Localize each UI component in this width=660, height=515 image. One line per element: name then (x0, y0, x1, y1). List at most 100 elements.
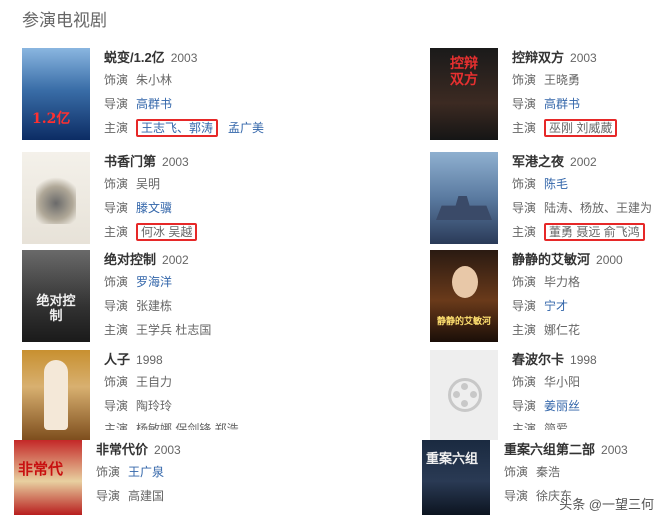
drama-title[interactable]: 军港之夜 (512, 154, 564, 169)
poster-title: 静静的艾敏河 (436, 317, 491, 327)
role-value: 毕力格 (544, 275, 581, 289)
drama-title[interactable]: 静静的艾敏河 (512, 252, 590, 267)
director-label: 导演 (104, 201, 129, 215)
drama-year: 2003 (154, 443, 181, 457)
drama-poster[interactable]: 非常代 (14, 440, 82, 515)
ink-painting (36, 172, 76, 224)
director-label: 导演 (104, 399, 129, 413)
director-label: 导演 (512, 201, 537, 215)
drama-card[interactable]: 非常代 非常代价 2003 饰演 王广泉 导演 高建国 (14, 440, 314, 515)
role-label: 饰演 (512, 375, 537, 389)
drama-poster[interactable]: 1.2亿 (22, 48, 90, 140)
director-value: 陶玲玲 (136, 399, 173, 413)
figure-silhouette (44, 360, 68, 430)
starring-highlight[interactable]: 巫刚 刘威葳 (544, 119, 618, 137)
drama-card[interactable]: 春波尔卡 1998 饰演 华小阳 导演 姜丽丝 主演 简爱 (430, 350, 660, 448)
portrait-face (452, 266, 478, 298)
director-link[interactable]: 姜丽丝 (544, 399, 580, 413)
role-value: 王自力 (136, 375, 173, 389)
starring-highlight[interactable]: 何冰 吴越 (136, 223, 198, 241)
drama-year: 2003 (601, 443, 628, 457)
drama-year: 2003 (162, 155, 189, 169)
poster-title: 非常代 (18, 460, 64, 478)
role-label: 饰演 (96, 465, 121, 479)
watermark: 头条 @一望三何 (559, 497, 654, 512)
drama-poster[interactable]: 控辩双方 (430, 48, 498, 140)
ship-silhouette (436, 196, 492, 220)
starring-value: 杨敏娜 保剑锋 郑浩 (136, 422, 239, 430)
drama-title[interactable]: 蜕变/1.2亿 (104, 50, 165, 65)
starring-highlight[interactable]: 王志飞、郭涛 (136, 119, 219, 137)
starring-label: 主演 (512, 422, 537, 430)
starring-value: 王学兵 杜志国 (136, 323, 212, 337)
drama-title[interactable]: 非常代价 (96, 442, 148, 457)
drama-card[interactable]: 控辩双方 控辩双方 2003 饰演 王晓勇 导演 高群书 主演 巫刚 刘威葳 (430, 48, 660, 146)
director-label: 导演 (512, 299, 537, 313)
drama-card[interactable]: 静静的艾敏河 静静的艾敏河 2000 饰演 毕力格 导演 宁才 主演 娜仁花 (430, 250, 660, 348)
role-label: 饰演 (504, 465, 529, 479)
drama-poster[interactable]: 静静的艾敏河 (430, 250, 498, 342)
drama-card[interactable]: 1.2亿 蜕变/1.2亿 2003 饰演 朱小林 导演 高群书 主演 王志飞、郭涛 孟广美 (22, 48, 322, 146)
drama-poster[interactable]: 绝对控制 (22, 250, 90, 342)
drama-card[interactable]: 绝对控制 绝对控制 2002 饰演 罗海洋 导演 张建栋 主演 王学兵 杜志国 (22, 250, 322, 348)
drama-year: 2003 (570, 51, 597, 65)
drama-card[interactable]: 军港之夜 2002 饰演 陈毛 导演 陆涛、杨放、王建为 主演 董勇 聂远 俞飞鸿 (430, 152, 660, 250)
director-value: 高建国 (128, 489, 165, 503)
drama-year: 1998 (136, 353, 163, 367)
starring-value: 简爱 (544, 422, 569, 430)
starring-link[interactable]: 孟广美 (228, 121, 264, 135)
director-link[interactable]: 高群书 (136, 97, 172, 111)
director-label: 导演 (104, 299, 129, 313)
drama-title[interactable]: 人子 (104, 352, 130, 367)
role-label: 饰演 (512, 73, 537, 87)
drama-poster[interactable] (430, 350, 498, 442)
drama-card[interactable]: 人子 1998 饰演 王自力 导演 陶玲玲 主演 杨敏娜 保剑锋 郑浩 (22, 350, 322, 448)
role-link[interactable]: 王广泉 (128, 465, 164, 479)
starring-label: 主演 (104, 225, 129, 239)
starring-label: 主演 (104, 323, 129, 337)
role-value: 王晓勇 (544, 73, 581, 87)
poster-title: 绝对控制 (36, 294, 76, 324)
drama-poster[interactable] (22, 350, 90, 442)
poster-title: 1.2亿 (32, 111, 71, 127)
starring-label: 主演 (512, 225, 537, 239)
role-link[interactable]: 罗海洋 (136, 275, 172, 289)
role-link[interactable]: 陈毛 (544, 177, 568, 191)
drama-card[interactable]: 书香门第 2003 饰演 吴明 导演 滕文骥 主演 何冰 吴越 (22, 152, 322, 250)
starring-label: 主演 (104, 422, 129, 430)
starring-highlight[interactable]: 董勇 聂远 俞飞鸿 (544, 223, 645, 241)
director-label: 导演 (504, 489, 529, 503)
starring-label: 主演 (512, 121, 537, 135)
drama-year: 1998 (570, 353, 597, 367)
section-title: 参演电视剧 (22, 11, 107, 30)
starring-value: 娜仁花 (544, 323, 581, 337)
drama-title[interactable]: 控辩双方 (512, 50, 564, 65)
film-reel-icon (448, 378, 482, 412)
drama-title[interactable]: 书香门第 (104, 154, 156, 169)
role-value: 吴明 (136, 177, 161, 191)
starring-label: 主演 (512, 323, 537, 337)
director-link[interactable]: 高群书 (544, 97, 580, 111)
starring-label: 主演 (104, 121, 129, 135)
director-link[interactable]: 宁才 (544, 299, 568, 313)
drama-title[interactable]: 春波尔卡 (512, 352, 564, 367)
role-value: 秦浩 (536, 465, 561, 479)
drama-title[interactable]: 绝对控制 (104, 252, 156, 267)
director-link[interactable]: 滕文骥 (136, 201, 172, 215)
drama-title[interactable]: 重案六组第二部 (504, 442, 595, 457)
drama-year: 2000 (596, 253, 623, 267)
drama-poster[interactable]: 重案六组 (422, 440, 490, 515)
poster-title: 重案六组 (426, 452, 479, 467)
role-value: 朱小林 (136, 73, 173, 87)
drama-poster[interactable] (22, 152, 90, 244)
role-label: 饰演 (512, 177, 537, 191)
role-label: 饰演 (104, 375, 129, 389)
drama-year: 2003 (170, 51, 198, 65)
director-value: 张建栋 (136, 299, 173, 313)
director-label: 导演 (104, 97, 129, 111)
poster-title: 控辩双方 (450, 56, 478, 88)
role-label: 饰演 (104, 177, 129, 191)
director-label: 导演 (96, 489, 121, 503)
director-label: 导演 (512, 97, 537, 111)
drama-poster[interactable] (430, 152, 498, 244)
